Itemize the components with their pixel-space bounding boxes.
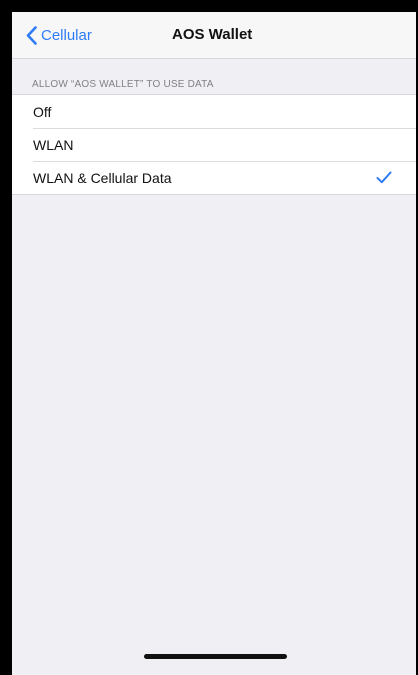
- navigation-bar: Cellular AOS Wallet: [12, 12, 416, 59]
- option-off[interactable]: Off: [12, 95, 416, 128]
- checkmark-icon: [376, 171, 392, 189]
- back-button-label: Cellular: [41, 26, 92, 44]
- chevron-left-icon: [26, 25, 37, 45]
- home-indicator[interactable]: [144, 654, 287, 659]
- phone-screen: Cellular AOS Wallet ALLOW “AOS WALLET” T…: [12, 12, 416, 675]
- option-wlan-and-cellular-data[interactable]: WLAN & Cellular Data: [12, 161, 416, 194]
- option-label: WLAN & Cellular Data: [33, 169, 172, 186]
- data-usage-options-list: Off WLAN WLAN & Cellular Data: [12, 94, 416, 195]
- section-header: ALLOW “AOS WALLET” TO USE DATA: [32, 79, 214, 90]
- back-button[interactable]: Cellular: [26, 22, 92, 48]
- option-label: Off: [33, 103, 52, 120]
- page-title: AOS Wallet: [172, 26, 253, 43]
- option-wlan[interactable]: WLAN: [12, 128, 416, 161]
- option-label: WLAN: [33, 136, 74, 153]
